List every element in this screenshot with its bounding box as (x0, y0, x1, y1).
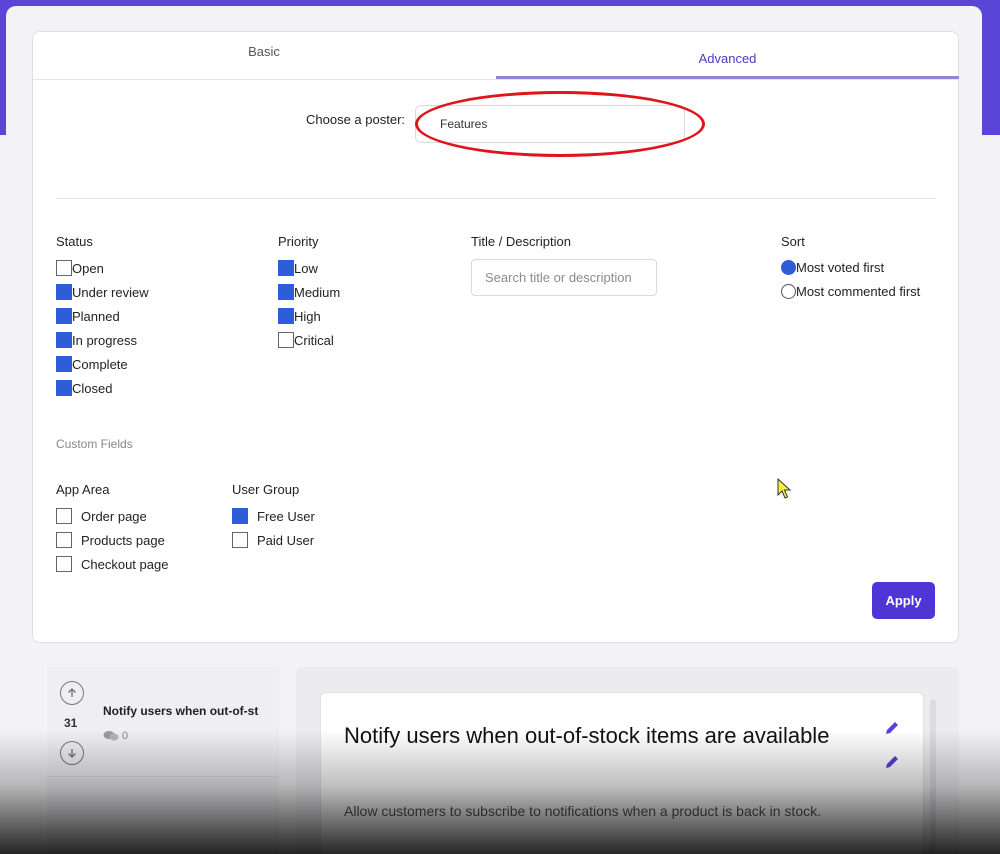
status-option-open[interactable]: Open (56, 260, 104, 276)
downvote-button[interactable] (60, 741, 84, 765)
title-search-title: Title / Description (471, 234, 571, 249)
comment-count: 0 (103, 730, 128, 742)
sort-title: Sort (781, 234, 805, 249)
checkbox[interactable] (56, 380, 72, 396)
radio[interactable] (781, 284, 796, 299)
custom-fields-title: Custom Fields (56, 437, 133, 451)
checkbox[interactable] (56, 556, 72, 572)
divider (57, 198, 935, 199)
checkbox[interactable] (278, 308, 294, 324)
app-area-option-order-page[interactable]: Order page (56, 508, 147, 524)
filter-tabs: Basic Advanced (33, 32, 959, 80)
user-group-option-free-user[interactable]: Free User (232, 508, 315, 524)
checkbox[interactable] (232, 532, 248, 548)
app-area-option-checkout-page[interactable]: Checkout page (56, 556, 168, 572)
post-detail-card: Notify users when out-of-stock items are… (320, 692, 924, 854)
post-detail-title: Notify users when out-of-stock items are… (344, 723, 830, 748)
status-option-complete[interactable]: Complete (56, 356, 128, 372)
user-group-title: User Group (232, 482, 300, 497)
list-item[interactable]: 31 Notify users when out-of-st 0 (47, 667, 279, 777)
search-input[interactable] (471, 259, 657, 296)
poster-label: Choose a poster: (306, 112, 406, 127)
apply-button[interactable]: Apply (872, 582, 935, 619)
app-area-title: App Area (56, 482, 110, 497)
checkbox[interactable] (232, 508, 248, 524)
filter-panel: Basic Advanced Choose a poster: Status O… (32, 31, 959, 643)
checkbox[interactable] (56, 508, 72, 524)
tab-advanced[interactable]: Advanced (496, 32, 959, 79)
post-list: 31 Notify users when out-of-st 0 (47, 667, 279, 854)
arrow-down-icon (68, 749, 76, 758)
post-title: Notify users when out-of-st (103, 704, 259, 718)
checkbox[interactable] (56, 308, 72, 324)
upvote-button[interactable] (60, 681, 84, 705)
edit-title-icon[interactable] (884, 720, 900, 736)
checkbox[interactable] (56, 284, 72, 300)
post-detail-panel: Notify users when out-of-stock items are… (296, 667, 959, 854)
status-option-in-progress[interactable]: In progress (56, 332, 137, 348)
sort-option-most-voted[interactable]: Most voted first (781, 260, 884, 275)
checkbox[interactable] (56, 332, 72, 348)
checkbox[interactable] (278, 284, 294, 300)
status-option-closed[interactable]: Closed (56, 380, 112, 396)
checkbox[interactable] (56, 356, 72, 372)
priority-option-high[interactable]: High (278, 308, 321, 324)
status-option-planned[interactable]: Planned (56, 308, 120, 324)
checkbox[interactable] (56, 532, 72, 548)
tab-basic[interactable]: Basic (33, 28, 495, 76)
scrollbar[interactable] (930, 699, 936, 854)
radio[interactable] (781, 260, 796, 275)
checkbox[interactable] (278, 332, 294, 348)
mouse-cursor-icon (777, 478, 792, 499)
poster-select[interactable] (415, 105, 685, 143)
priority-option-medium[interactable]: Medium (278, 284, 340, 300)
status-option-under-review[interactable]: Under review (56, 284, 149, 300)
status-title: Status (56, 234, 93, 249)
comments-icon (103, 731, 119, 741)
checkbox[interactable] (56, 260, 72, 276)
post-detail-description: Allow customers to subscribe to notifica… (344, 803, 821, 819)
priority-option-low[interactable]: Low (278, 260, 318, 276)
sort-option-most-commented[interactable]: Most commented first (781, 284, 920, 299)
edit-description-icon[interactable] (884, 754, 900, 770)
priority-title: Priority (278, 234, 319, 249)
priority-option-critical[interactable]: Critical (278, 332, 334, 348)
arrow-up-icon (68, 688, 76, 697)
user-group-option-paid-user[interactable]: Paid User (232, 532, 314, 548)
checkbox[interactable] (278, 260, 294, 276)
app-area-option-products-page[interactable]: Products page (56, 532, 165, 548)
vote-count: 31 (64, 716, 78, 730)
